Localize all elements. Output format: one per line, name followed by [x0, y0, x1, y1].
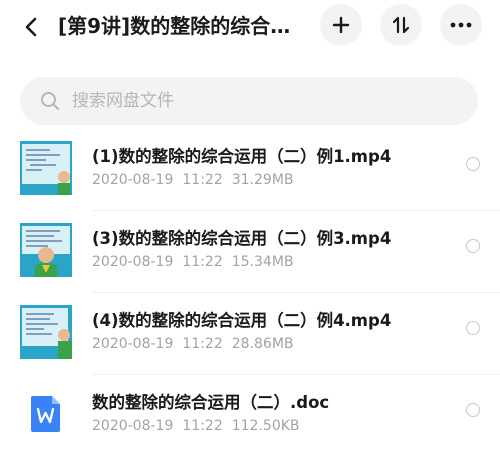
file-name: 数的整除的综合运用（二）.doc [92, 393, 330, 412]
plus-icon [332, 16, 350, 34]
file-meta: 2020-08-19 11:22 112.50KB [92, 418, 309, 434]
file-name: (4)数的整除的综合运用（二）例4.mp4 [92, 311, 392, 330]
search-input[interactable] [72, 77, 452, 125]
word-doc-icon [30, 395, 62, 433]
file-time: 11:22 [182, 336, 223, 352]
search-bar[interactable] [20, 77, 478, 125]
file-date: 2020-08-19 [92, 418, 174, 434]
file-name: (1)数的整除的综合运用（二）例1.mp4 [92, 147, 392, 166]
file-size: 112.50KB [231, 418, 300, 434]
file-size: 31.29MB [231, 172, 294, 188]
file-date: 2020-08-19 [92, 254, 174, 270]
file-meta: 2020-08-19 11:22 31.29MB [92, 172, 303, 188]
file-size: 28.86MB [231, 336, 294, 352]
select-radio[interactable] [466, 157, 480, 171]
back-button[interactable] [14, 10, 48, 44]
file-time: 11:22 [182, 418, 223, 434]
file-meta: 2020-08-19 11:22 15.34MB [92, 254, 303, 270]
sort-icon [392, 16, 410, 34]
file-date: 2020-08-19 [92, 172, 174, 188]
file-time: 11:22 [182, 254, 223, 270]
file-size: 15.34MB [231, 254, 294, 270]
page-title: [第9讲]数的整除的综合运用（二） [58, 14, 308, 38]
file-row-2[interactable]: (3)数的整除的综合运用（二）例3.mp4 2020-08-19 11:22 15.… [0, 211, 500, 293]
file-date: 2020-08-19 [92, 336, 174, 352]
search-icon [41, 92, 59, 110]
add-button[interactable] [320, 4, 362, 46]
sort-button[interactable] [380, 4, 422, 46]
video-thumbnail [20, 223, 72, 277]
video-thumbnail [20, 305, 72, 359]
select-radio[interactable] [466, 403, 480, 417]
chevron-left-icon [25, 17, 37, 37]
more-dots-icon [450, 22, 472, 28]
video-thumbnail [20, 141, 72, 195]
file-row-3[interactable]: (4)数的整除的综合运用（二）例4.mp4 2020-08-19 11:22 28.… [0, 293, 500, 375]
select-radio[interactable] [466, 321, 480, 335]
file-meta: 2020-08-19 11:22 28.86MB [92, 336, 303, 352]
file-name: (3)数的整除的综合运用（二）例3.mp4 [92, 229, 392, 248]
file-time: 11:22 [182, 172, 223, 188]
file-row-4[interactable]: 数的整除的综合运用（二）.doc 2020-08-19 11:22 112.50KB [0, 375, 500, 457]
more-button[interactable] [440, 4, 482, 46]
select-radio[interactable] [466, 239, 480, 253]
file-row-1[interactable]: (1)数的整除的综合运用（二）例1.mp4 2020-08-19 11:22 31.… [0, 129, 500, 211]
top-bar: [第9讲]数的整除的综合运用（二） [0, 0, 500, 56]
